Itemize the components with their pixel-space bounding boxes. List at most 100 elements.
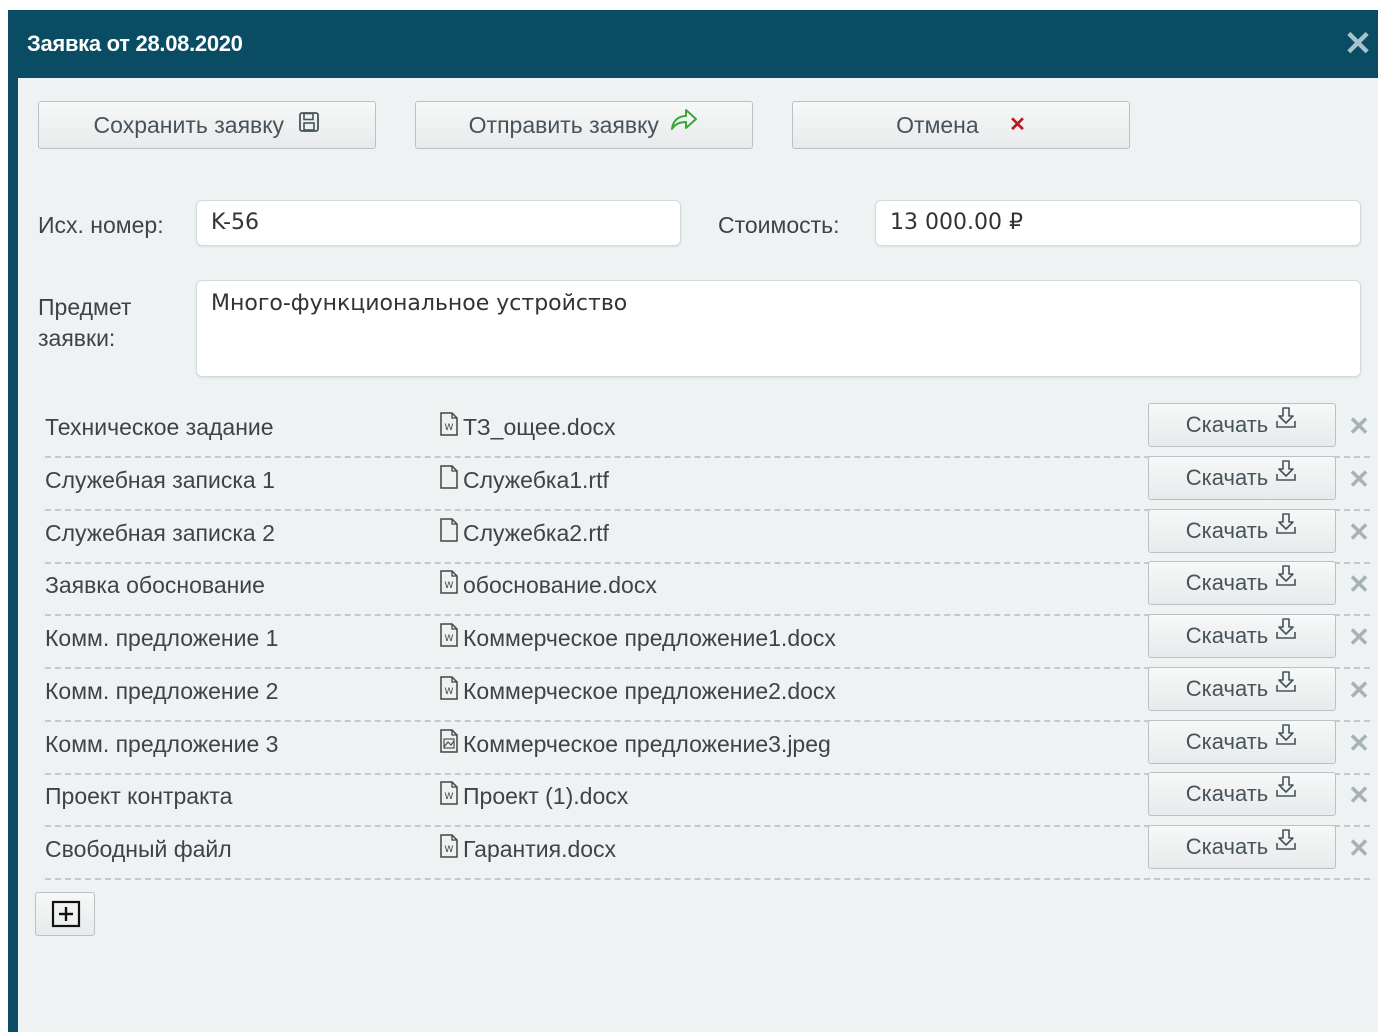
svg-text:W: W: [445, 581, 454, 591]
word-file-icon: W: [439, 623, 459, 653]
delete-attachment-icon[interactable]: ✕: [1348, 464, 1370, 494]
download-icon: [1274, 824, 1298, 866]
download-button-label: Скачать: [1185, 623, 1269, 648]
delete-attachment-icon[interactable]: ✕: [1348, 569, 1370, 599]
attachment-file-name: Служебка2.rtf: [463, 520, 609, 547]
number-field[interactable]: K-56: [196, 200, 681, 246]
download-button[interactable]: Скачать: [1148, 456, 1336, 500]
attachment-file-link[interactable]: W ТЗ_ощее.docx: [439, 412, 616, 444]
svg-text:W: W: [445, 634, 454, 644]
download-button[interactable]: Скачать: [1148, 825, 1336, 869]
download-icon: [1274, 666, 1298, 708]
cancel-button-label: Отмена: [896, 112, 979, 138]
floppy-icon: [298, 102, 320, 148]
delete-attachment-icon[interactable]: ✕: [1348, 675, 1370, 705]
send-button[interactable]: Отправить заявку: [415, 101, 753, 149]
attachment-file-name: Коммерческое предложение2.docx: [463, 678, 836, 705]
download-button[interactable]: Скачать: [1148, 561, 1336, 605]
attachment-file-link[interactable]: Wобоснование.docx: [439, 570, 657, 602]
svg-text:W: W: [445, 687, 454, 697]
word-file-icon: W: [439, 676, 459, 706]
image-file-icon: [439, 729, 459, 759]
svg-text:W: W: [445, 423, 454, 433]
download-button[interactable]: Скачать: [1148, 509, 1336, 553]
attachment-file-link[interactable]: Служебка1.rtf: [439, 465, 609, 497]
blank-file-icon: [439, 465, 459, 495]
attachment-type-label: Проект контракта: [45, 783, 233, 809]
download-button[interactable]: Скачать: [1148, 772, 1336, 816]
attachment-file-link[interactable]: W Коммерческое предложение1.docx: [439, 623, 836, 655]
delete-attachment-icon[interactable]: ✕: [1348, 622, 1370, 652]
word-file-icon: W: [439, 834, 459, 864]
download-button-label: Скачать: [1185, 729, 1269, 754]
attachment-type-label: Свободный файл: [45, 836, 232, 862]
dialog-title: Заявка от 28.08.2020: [27, 31, 243, 56]
download-button[interactable]: Скачать: [1148, 614, 1336, 658]
attachment-row: Служебная записка 1 Служебка1.rtf Скачать ✕: [45, 456, 1370, 511]
attachment-file-name: Коммерческое предложение3.jpeg: [463, 731, 831, 758]
attachment-type-label: Заявка обоснование: [45, 572, 265, 598]
cancel-button[interactable]: Отмена ✕: [792, 101, 1130, 149]
download-button[interactable]: Скачать: [1148, 667, 1336, 711]
delete-attachment-icon[interactable]: ✕: [1348, 517, 1370, 547]
attachment-file-name: Гарантия.docx: [463, 836, 617, 863]
close-icon[interactable]: ✕: [1338, 24, 1378, 64]
download-icon: [1274, 719, 1298, 761]
subject-label-line1: Предмет: [38, 294, 132, 320]
download-button-label: Скачать: [1185, 676, 1269, 701]
download-button-label: Скачать: [1185, 570, 1269, 595]
delete-attachment-icon[interactable]: ✕: [1348, 411, 1370, 441]
attachment-row: Заявка обоснование Wобоснование.docx Скача…: [45, 561, 1370, 616]
download-icon: [1274, 613, 1298, 655]
cancel-x-icon: ✕: [1009, 113, 1026, 136]
svg-text:W: W: [445, 792, 454, 802]
attachment-file-name: Коммерческое предложение1.docx: [463, 625, 836, 652]
word-file-icon: W: [439, 570, 459, 600]
send-button-label: Отправить заявку: [468, 112, 659, 138]
subject-textarea[interactable]: Много-функциональное устройство: [196, 280, 1361, 377]
svg-text:W: W: [445, 845, 454, 855]
word-file-icon: W: [439, 781, 459, 811]
download-button-label: Скачать: [1185, 834, 1269, 859]
attachment-file-link[interactable]: Коммерческое предложение3.jpeg: [439, 729, 831, 761]
subject-label: Предмет заявки:: [38, 292, 131, 354]
word-file-icon: W: [439, 412, 459, 442]
attachment-row: Техническое задание W ТЗ_ощее.docx Скачать ✕: [45, 403, 1370, 458]
attachment-file-link[interactable]: W Коммерческое предложение2.docx: [439, 676, 836, 708]
request-dialog: Заявка от 28.08.2020 ✕ Сохранить заявку …: [8, 10, 1378, 1032]
attachment-row: Свободный файл W Гарантия.docx Скачать ✕: [45, 825, 1370, 880]
number-label: Исх. номер:: [38, 212, 164, 238]
attachment-file-link[interactable]: W Проект (1).docx: [439, 781, 629, 813]
plus-box-icon: [51, 900, 81, 928]
attachment-type-label: Комм. предложение 3: [45, 731, 279, 757]
attachment-row: Проект контракта W Проект (1).docx Скачать ✕: [45, 772, 1370, 827]
dialog-body: Сохранить заявку Отправить заявку Отмена…: [18, 78, 1378, 1032]
download-button-label: Скачать: [1185, 518, 1269, 543]
attachment-file-link[interactable]: Служебка2.rtf: [439, 518, 609, 550]
download-icon: [1274, 771, 1298, 813]
save-button-label: Сохранить заявку: [93, 112, 285, 138]
delete-attachment-icon[interactable]: ✕: [1348, 833, 1370, 863]
attachment-row: Комм. предложение 1 W Коммерческое предлож…: [45, 614, 1370, 669]
delete-attachment-icon[interactable]: ✕: [1348, 728, 1370, 758]
delete-attachment-icon[interactable]: ✕: [1348, 780, 1370, 810]
attachment-file-name: ТЗ_ощее.docx: [463, 414, 616, 441]
download-icon: [1274, 508, 1298, 550]
attachment-file-link[interactable]: W Гарантия.docx: [439, 834, 617, 866]
attachment-type-label: Комм. предложение 1: [45, 625, 279, 651]
attachment-file-name: Проект (1).docx: [463, 783, 629, 810]
download-button[interactable]: Скачать: [1148, 403, 1336, 447]
attachment-type-label: Служебная записка 1: [45, 467, 275, 493]
download-button-label: Скачать: [1185, 465, 1269, 490]
page: Заявка от 28.08.2020 ✕ Сохранить заявку …: [0, 0, 1378, 1032]
attachment-file-name: обоснование.docx: [463, 572, 657, 599]
save-button[interactable]: Сохранить заявку: [38, 101, 376, 149]
download-button-label: Скачать: [1185, 412, 1269, 437]
download-icon: [1274, 402, 1298, 444]
download-button-label: Скачать: [1185, 781, 1269, 806]
add-attachment-button[interactable]: [35, 892, 95, 936]
attachment-type-label: Комм. предложение 2: [45, 678, 279, 704]
download-button[interactable]: Скачать: [1148, 720, 1336, 764]
subject-label-line2: заявки:: [38, 325, 116, 351]
cost-field[interactable]: 13 000.00 ₽: [875, 200, 1361, 246]
